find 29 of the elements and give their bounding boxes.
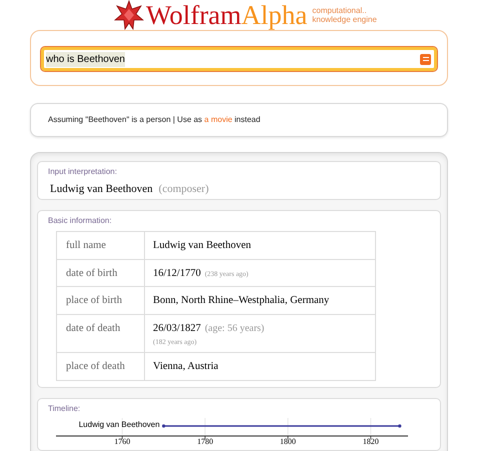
interpretation-text: Ludwig van Beethoven [50, 182, 153, 197]
table-cell: Ludwig van Beethoven [153, 240, 251, 251]
table-cell: place of death [56, 352, 144, 380]
table-cell: 26/03/1827 [153, 323, 201, 334]
tagline-text: computational.. [312, 6, 368, 15]
pod-title: Timeline: [48, 404, 82, 414]
table-cell: Vienna, Austria [153, 360, 218, 372]
submit-button[interactable] [420, 54, 431, 64]
search-field[interactable]: who is Beethoven [41, 47, 437, 71]
table-cell: date of death [56, 314, 144, 352]
assumption-text: Assuming "Beethoven" is a person | Use as a movie instead [48, 114, 260, 126]
interpretation-note: (composer) [158, 182, 209, 197]
table-cell: full name [56, 231, 144, 260]
table-cell: place of birth [56, 286, 144, 315]
pod-title: Basic information: [48, 216, 113, 226]
tagline-text: knowledge engine [312, 15, 377, 24]
cell-note: (age: 56 years) [204, 323, 264, 334]
table-cell: date of birth [56, 259, 144, 287]
tick-label: 1820 [362, 436, 379, 447]
logo-text: WolframAlpha [146, 2, 308, 28]
series-label: Ludwig van Beethoven [78, 418, 160, 431]
pod-title: Input interpretation: [48, 167, 118, 177]
table-cell: Bonn, North Rhine–Westphalia, Germany [153, 295, 330, 306]
table-cell: 16/12/1770 [153, 268, 201, 279]
tick-label: 1780 [197, 436, 214, 447]
search-input-text: who is Beethoven [46, 52, 125, 66]
tick-label: 1800 [280, 436, 296, 447]
star-logo-icon [114, 0, 144, 30]
tick-label: 1760 [114, 436, 130, 447]
